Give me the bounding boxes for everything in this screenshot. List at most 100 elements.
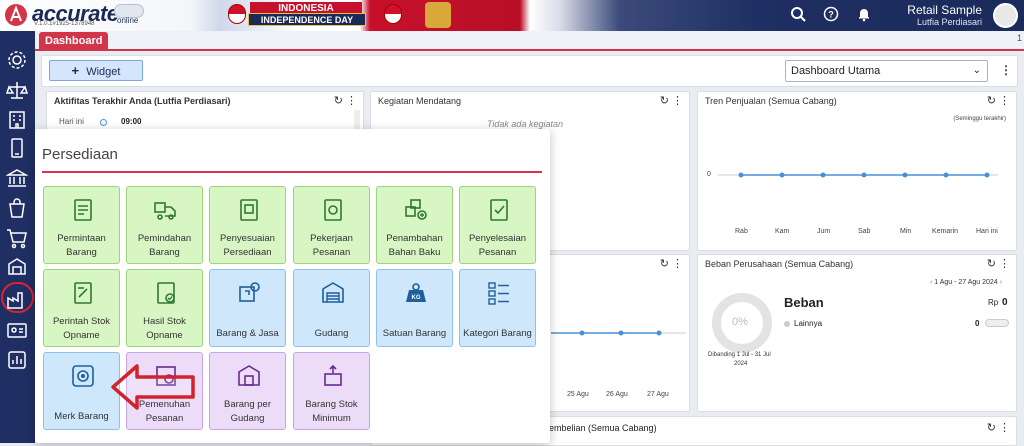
tile-hasil-stok-opname[interactable]: Hasil Stok Opname [126, 269, 203, 347]
tile-label-line2: Minimum [312, 413, 351, 424]
sidebar-item-company[interactable] [6, 109, 30, 133]
expense-panel: Beban Perusahaan (Semua Cabang) ↻ ⋮ ‹ 1 … [697, 254, 1017, 412]
tile-label-line2: Opname [146, 330, 183, 341]
annotation-arrow-icon [111, 364, 195, 410]
sidebar-item-sales[interactable] [6, 197, 30, 221]
chevron-down-icon: ⌄ [972, 65, 981, 76]
tile-label: Permintaan [57, 233, 106, 244]
tile-label: Barang per [223, 399, 271, 410]
tile-label-line2: Barang [149, 247, 180, 258]
user-company[interactable]: Retail Sample [907, 3, 982, 17]
middle-point [656, 330, 662, 336]
expense-range-text: 1 Agu - 27 Agu 2024 [934, 279, 998, 286]
expense-percent: 0% [732, 316, 748, 328]
middle-point [579, 330, 585, 336]
chevron-left-icon[interactable]: ‹ [930, 279, 932, 286]
inventory-menu-title: Persediaan [42, 146, 118, 163]
user-name[interactable]: Lutfia Perdiasari [917, 17, 982, 27]
expense-compare-year: 2024 [734, 361, 748, 367]
activity-panel-actions[interactable]: ↻ ⋮ [334, 94, 357, 107]
sales-x-label: Kam [775, 228, 790, 235]
tile-perintah-stok-opname[interactable]: Perintah Stok Opname [43, 269, 120, 347]
expense-other: Lainnya [794, 319, 823, 328]
brand-icon [70, 363, 96, 389]
flag-icon [384, 4, 402, 24]
scale-icon [5, 82, 29, 99]
sidebar-item-inventory[interactable] [6, 256, 30, 280]
dashboard-select-value: Dashboard Utama [791, 65, 881, 77]
material-add-icon [403, 197, 429, 223]
sales-trend-panel: Tren Penjualan (Semua Cabang) ↻ ⋮ (Semin… [697, 91, 1017, 251]
brand-sub: online [117, 16, 139, 25]
tile-label-line2: Pesanan [312, 247, 351, 258]
add-widget-button[interactable]: + Widget [49, 60, 143, 81]
purchase-panel-actions[interactable]: ↻ ⋮ [987, 421, 1010, 434]
sales-x-label: Min [900, 228, 912, 235]
expense-compare: Dibanding 1 Jul - 31 Jul [708, 352, 771, 358]
tile-label: Merk Barang [54, 411, 109, 422]
middle-x-label: 27 Agu [647, 391, 669, 398]
expense-range[interactable]: ‹ 1 Agu - 27 Agu 2024 › [930, 279, 1002, 286]
tile-label: Hasil Stok [143, 316, 186, 327]
expense-panel-actions[interactable]: ↻ ⋮ [987, 257, 1010, 270]
avatar[interactable] [993, 3, 1018, 28]
activity-day: Hari ini [59, 117, 84, 126]
divider [42, 171, 542, 173]
tile-satuan-barang[interactable]: KG Satuan Barang [376, 269, 453, 347]
search-icon[interactable] [789, 6, 807, 24]
tab-count[interactable]: 1 [1017, 33, 1022, 43]
completion-icon [486, 197, 512, 223]
sales-point [943, 172, 949, 178]
purchase-title: embelian (Semua Cabang) [549, 423, 657, 433]
expense-amount: 0 [1002, 297, 1008, 308]
dashboard-select[interactable]: Dashboard Utama ⌄ [785, 60, 988, 82]
tile-penambahan-bahan-baku[interactable]: Penambahan Bahan Baku [376, 186, 453, 264]
unit-icon: KG [403, 280, 429, 306]
plus-icon: + [71, 63, 80, 78]
tile-penyesuaian-persediaan[interactable]: Penyesuaian Persediaan [209, 186, 286, 264]
tile-pemindahan-barang[interactable]: Pemindahan Barang [126, 186, 203, 264]
transfer-icon [153, 197, 179, 223]
sales-point [738, 172, 744, 178]
accurate-logo-icon [5, 4, 27, 26]
tile-permintaan-barang[interactable]: Permintaan Barang [43, 186, 120, 264]
chevron-right-icon[interactable]: › [1000, 279, 1002, 286]
tile-pekerjaan-pesanan[interactable]: Pekerjaan Pesanan [293, 186, 370, 264]
sidebar-item-settings[interactable] [6, 49, 30, 73]
stock-opname-order-icon [70, 280, 96, 306]
activity-title: Aktifitas Terakhir Anda (Lutfia Perdiasa… [54, 96, 231, 106]
tile-barang-per-gudang[interactable]: Barang per Gudang [209, 352, 286, 430]
bell-icon[interactable] [855, 6, 873, 24]
job-order-icon [320, 197, 346, 223]
sidebar-item-mobile[interactable] [6, 137, 30, 161]
help-icon[interactable]: ? [822, 6, 840, 24]
tile-penyelesaian-pesanan[interactable]: Penyelesaian Pesanan [459, 186, 536, 264]
upcoming-panel-actions[interactable]: ↻ ⋮ [660, 94, 683, 107]
timeline-dot [100, 119, 107, 126]
middle-x-label: 26 Agu [606, 391, 628, 398]
tab-dashboard[interactable]: Dashboard [39, 32, 109, 51]
tile-label: Barang Stok [305, 399, 358, 410]
tile-label: Barang & Jasa [216, 328, 279, 339]
tile-barang-jasa[interactable]: Barang & Jasa [209, 269, 286, 347]
tile-label-line2: Pesanan [478, 247, 517, 258]
tile-label-line2: Bahan Baku [388, 247, 441, 258]
garuda-emblem-icon [425, 2, 451, 28]
sidebar-item-purchase[interactable] [6, 227, 30, 251]
sales-x-label: Kemarin [932, 228, 959, 235]
gear-icon [8, 51, 26, 69]
widget-button-label: Widget [86, 66, 121, 78]
sidebar-item-bank[interactable] [5, 167, 30, 191]
sidebar-item-hr[interactable] [6, 319, 30, 343]
tile-label-line2: Gudang [230, 413, 265, 424]
sidebar-item-manufacture[interactable] [6, 289, 30, 313]
tile-gudang[interactable]: Gudang [293, 269, 370, 347]
sales-x-label: Rab [735, 228, 748, 235]
sidebar-item-ledger[interactable] [5, 79, 30, 103]
middle-point [618, 330, 624, 336]
tile-barang-stok-minimum[interactable]: Barang Stok Minimum [293, 352, 370, 430]
sidebar-item-reports[interactable] [6, 349, 30, 373]
dashboard-menu-icon[interactable]: ⋮ [1000, 63, 1012, 77]
tile-kategori-barang[interactable]: Kategori Barang [459, 269, 536, 347]
legend-dot [784, 321, 790, 327]
